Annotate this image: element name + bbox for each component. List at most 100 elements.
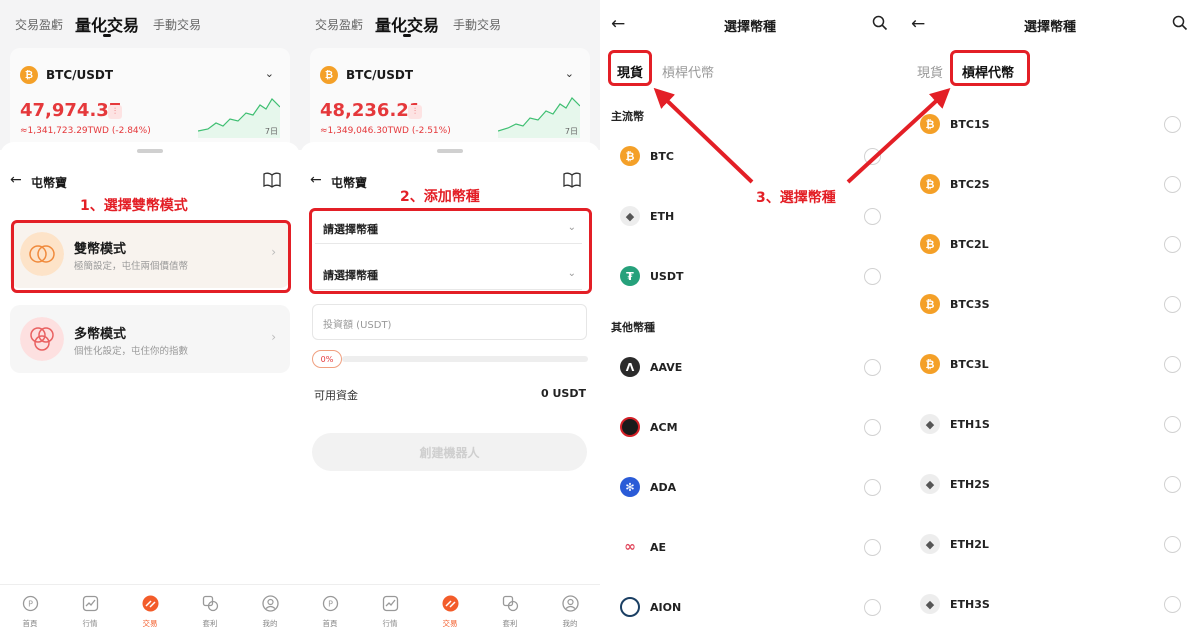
btc-icon: ₿ — [320, 66, 338, 84]
coin-row-aion[interactable]: AION — [600, 592, 900, 622]
panel-add-coins: 交易盈虧 量化交易 手動交易 ₿ BTC/USDT ⌄ 48,236.21 ⫶ … — [300, 0, 600, 630]
radio-icon[interactable] — [1164, 596, 1181, 613]
arbitrage-icon — [202, 595, 218, 612]
price: 48,236.21 — [320, 100, 422, 121]
back-arrow-icon[interactable]: ← — [10, 172, 22, 188]
coin-row-eth3s[interactable]: ◆ ETH3S — [900, 589, 1200, 619]
radio-icon[interactable] — [864, 479, 881, 496]
tab-pnl[interactable]: 交易盈虧 — [15, 16, 63, 33]
radio-icon[interactable] — [864, 419, 881, 436]
radio-icon[interactable] — [864, 359, 881, 376]
radio-icon[interactable] — [864, 268, 881, 285]
nav-home[interactable]: P 首頁 — [310, 595, 350, 629]
coin-row-eth2s[interactable]: ◆ ETH2S — [900, 469, 1200, 499]
drag-handle[interactable] — [137, 149, 163, 153]
radio-icon[interactable] — [864, 599, 881, 616]
coin-name: ETH — [650, 210, 675, 223]
price: 47,974.37 — [20, 100, 122, 121]
tab-spot[interactable]: 現貨 — [917, 62, 943, 81]
annotation-step-3: 3、選擇幣種 — [756, 190, 836, 206]
tab-pnl[interactable]: 交易盈虧 — [315, 16, 363, 33]
candle-icon[interactable]: ⫶ — [108, 105, 122, 119]
tab-quant[interactable]: 量化交易 — [75, 12, 139, 36]
coin-name: ETH2L — [950, 538, 989, 551]
nav-label: 行情 — [82, 619, 98, 628]
eth-icon: ◆ — [620, 206, 640, 226]
bottom-nav: P 首頁 行情 交易 套利 我的 — [300, 584, 600, 630]
tab-manual[interactable]: 手動交易 — [453, 16, 501, 33]
radio-icon[interactable] — [864, 148, 881, 165]
coin-name: BTC3L — [950, 358, 989, 371]
tab-quant[interactable]: 量化交易 — [375, 12, 439, 36]
coin-row-eth1s[interactable]: ◆ ETH1S — [900, 409, 1200, 439]
radio-icon[interactable] — [1164, 296, 1181, 313]
btc-icon: ₿ — [920, 234, 940, 254]
tutorial-composite: 交易盈虧 量化交易 手動交易 ₿ BTC/USDT ⌄ 47,974.37 ⫶ … — [0, 0, 1200, 630]
nav-home[interactable]: P 首頁 — [10, 595, 50, 629]
nav-trade[interactable]: 交易 — [130, 595, 170, 629]
coin-name: BTC2S — [950, 178, 990, 191]
book-icon[interactable] — [563, 172, 581, 188]
radio-icon[interactable] — [864, 539, 881, 556]
nav-label: 交易 — [442, 619, 458, 628]
coin-row-eth[interactable]: ◆ ETH — [600, 201, 900, 231]
investment-input[interactable]: 投資額 (USDT) — [312, 304, 587, 340]
panel-select-leveraged-coin: ← 選擇幣種 現貨 槓桿代幣 ₿ BTC1S ₿ BTC2S ₿ BTC2L ₿… — [900, 0, 1200, 630]
coin-row-btc3s[interactable]: ₿ BTC3S — [900, 289, 1200, 319]
progress-badge[interactable]: 0% — [312, 350, 342, 368]
coin-row-eth2l[interactable]: ◆ ETH2L — [900, 529, 1200, 559]
nav-profile[interactable]: 我的 — [250, 595, 290, 629]
chevron-right-icon: › — [271, 330, 276, 344]
mode-desc: 個性化設定，屯住你的指數 — [74, 346, 189, 357]
nav-arbitrage[interactable]: 套利 — [490, 595, 530, 629]
coin-row-ae[interactable]: ∞ AE — [600, 532, 900, 562]
coin-row-usdt[interactable]: ₮ USDT — [600, 261, 900, 291]
drag-handle[interactable] — [437, 149, 463, 153]
coin-row-btc3l[interactable]: ₿ BTC3L — [900, 349, 1200, 379]
pair-selector[interactable]: ₿ BTC/USDT ⌄ — [320, 60, 578, 90]
nav-label: 套利 — [502, 619, 518, 628]
search-icon[interactable] — [1172, 15, 1188, 31]
eth-icon: ◆ — [920, 474, 940, 494]
create-bot-button[interactable]: 創建機器人 — [312, 433, 587, 471]
radio-icon[interactable] — [864, 208, 881, 225]
btc-icon: ₿ — [920, 294, 940, 314]
pair-selector[interactable]: ₿ BTC/USDT ⌄ — [20, 60, 278, 90]
coin-name: ADA — [650, 481, 677, 494]
radio-icon[interactable] — [1164, 116, 1181, 133]
radio-icon[interactable] — [1164, 356, 1181, 373]
home-icon: P — [322, 595, 338, 612]
coin-row-btc1s[interactable]: ₿ BTC1S — [900, 109, 1200, 139]
nav-market[interactable]: 行情 — [370, 595, 410, 629]
svg-text:P: P — [328, 600, 333, 609]
coin-row-btc2l[interactable]: ₿ BTC2L — [900, 229, 1200, 259]
candle-icon[interactable]: ⫶ — [408, 105, 422, 119]
coin-row-btc2s[interactable]: ₿ BTC2S — [900, 169, 1200, 199]
nav-trade[interactable]: 交易 — [430, 595, 470, 629]
coin-row-acm[interactable]: ACM — [600, 412, 900, 442]
nav-profile[interactable]: 我的 — [550, 595, 590, 629]
nav-arbitrage[interactable]: 套利 — [190, 595, 230, 629]
progress-slider[interactable] — [342, 356, 588, 362]
radio-icon[interactable] — [1164, 416, 1181, 433]
svg-text:P: P — [28, 600, 33, 609]
multi-coin-mode-card[interactable]: 多幣模式 個性化設定，屯住你的指數 › — [10, 305, 290, 373]
coin-row-ada[interactable]: ✻ ADA — [600, 472, 900, 502]
back-arrow-icon[interactable]: ← — [310, 172, 322, 188]
coin-row-aave[interactable]: Λ AAVE — [600, 352, 900, 382]
radio-icon[interactable] — [1164, 476, 1181, 493]
nav-label: 套利 — [202, 619, 218, 628]
tab-leveraged-tokens[interactable]: 槓桿代幣 — [662, 62, 714, 81]
coin-row-btc[interactable]: ₿ BTC — [600, 141, 900, 171]
highlight-box-3 — [608, 50, 652, 86]
radio-icon[interactable] — [1164, 176, 1181, 193]
ae-icon: ∞ — [620, 537, 640, 557]
nav-market[interactable]: 行情 — [70, 595, 110, 629]
book-icon[interactable] — [263, 172, 281, 188]
tab-manual[interactable]: 手動交易 — [153, 16, 201, 33]
radio-icon[interactable] — [1164, 236, 1181, 253]
radio-icon[interactable] — [1164, 536, 1181, 553]
pair-name: BTC/USDT — [346, 68, 414, 82]
annotation-step-2: 2、添加幣種 — [400, 189, 480, 205]
search-icon[interactable] — [872, 15, 888, 31]
